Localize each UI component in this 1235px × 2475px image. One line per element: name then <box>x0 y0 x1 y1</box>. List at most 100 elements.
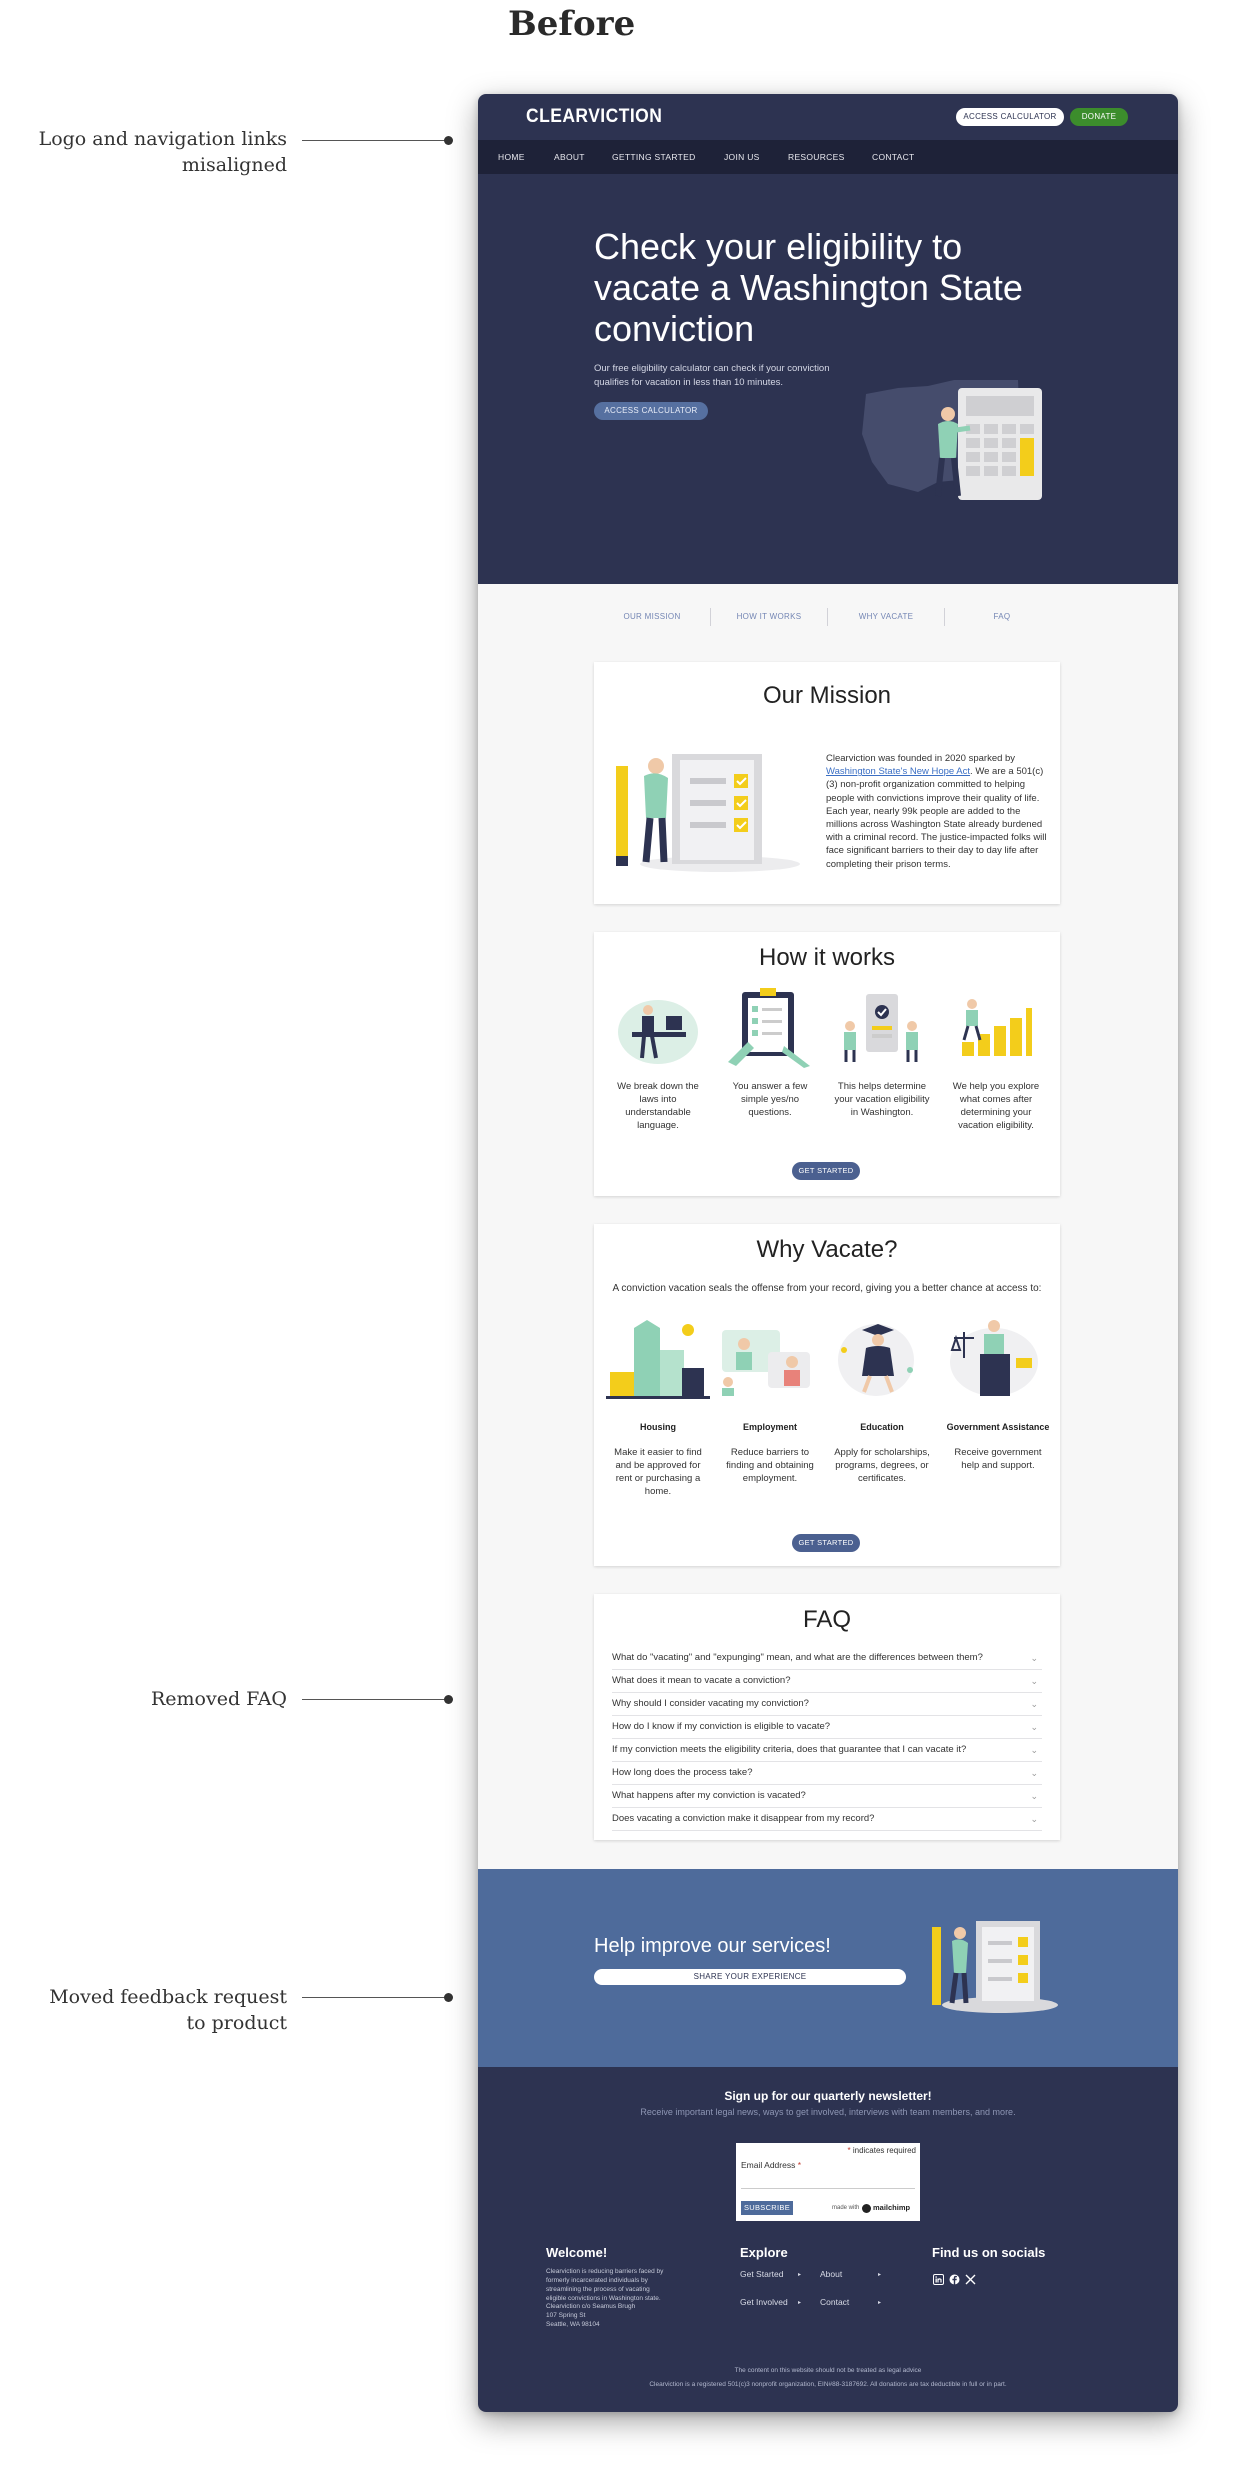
get-started-button[interactable]: GET STARTED <box>792 1534 860 1552</box>
x-icon[interactable] <box>965 2274 976 2285</box>
step-text: We help you explore what comes after det… <box>952 1081 1040 1131</box>
main-nav: HOME ABOUT GETTING STARTED JOIN US RESOU… <box>478 140 1178 174</box>
housing-illustration <box>606 1320 710 1399</box>
welcome-text: Clearviction is reducing barriers faced … <box>546 2268 664 2302</box>
faq-card: FAQ What do "vacating" and "expunging" m… <box>594 1594 1060 1840</box>
required-note: * indicates required <box>847 2146 916 2155</box>
tab-how-it-works[interactable]: HOW IT WORKS <box>711 612 827 621</box>
new-hope-act-link[interactable]: Washington State's New Hope Act <box>826 766 970 777</box>
linkedin-icon[interactable] <box>933 2274 944 2285</box>
footer-link-get-started[interactable]: Get Started <box>740 2269 783 2279</box>
faq-item[interactable]: How do I know if my conviction is eligib… <box>612 1717 1042 1739</box>
nav-resources[interactable]: RESOURCES <box>788 152 845 162</box>
government-illustration <box>950 1320 1038 1396</box>
faq-question: What does it mean to vacate a conviction… <box>612 1675 791 1686</box>
site-logo[interactable]: CLEARVICTION <box>526 106 662 128</box>
education-illustration <box>838 1324 914 1396</box>
annotation-line-1: Logo and navigation links <box>38 128 287 150</box>
annotation-line-1: Moved feedback request <box>49 1986 287 2008</box>
nav-join-us[interactable]: JOIN US <box>724 152 760 162</box>
faq-question: Why should I consider vacating my convic… <box>612 1698 809 1709</box>
nav-home[interactable]: HOME <box>498 152 525 162</box>
tab-faq[interactable]: FAQ <box>944 612 1060 621</box>
website-screenshot: CLEARVICTION ACCESS CALCULATOR DONATE HO… <box>478 94 1178 2412</box>
chevron-down-icon: ⌄ <box>1030 1722 1038 1732</box>
newsletter-title: Sign up for our quarterly newsletter! <box>724 2089 932 2103</box>
access-calculator-button[interactable]: ACCESS CALCULATOR <box>956 108 1064 126</box>
how-it-works-title: How it works <box>758 944 896 971</box>
footer: Sign up for our quarterly newsletter! Re… <box>478 2067 1178 2412</box>
feedback-title: Help improve our services! <box>594 1935 831 1957</box>
nav-about[interactable]: ABOUT <box>554 152 585 162</box>
why-vacate-card: Why Vacate? A conviction vacation seals … <box>594 1224 1060 1566</box>
benefit-description: Make it easier to find and be approved f… <box>614 1447 702 1497</box>
chevron-right-icon: ▸ <box>878 2272 882 2278</box>
mailchimp-logo[interactable]: mailchimp <box>862 2203 910 2213</box>
legal-disclaimer: The content on this website should not b… <box>734 2367 922 2374</box>
checklist-illustration <box>932 1921 1058 2013</box>
address-line: Seattle, WA 98104 <box>546 2321 600 2328</box>
email-label-text: Email Address <box>741 2160 796 2170</box>
faq-item[interactable]: What do "vacating" and "expunging" mean,… <box>612 1648 1042 1670</box>
feedback-section: Help improve our services! SHARE YOUR EX… <box>478 1869 1178 2067</box>
email-field[interactable] <box>741 2173 915 2189</box>
email-label: Email Address * <box>741 2160 802 2170</box>
required-note-text: indicates required <box>852 2146 916 2155</box>
benefit-title: Employment <box>742 1422 797 1432</box>
chevron-right-icon: ▸ <box>798 2300 802 2306</box>
tab-our-mission[interactable]: OUR MISSION <box>594 612 710 621</box>
annotation-moved-feedback: Moved feedback request to product <box>49 1984 287 2036</box>
newsletter-subtitle: Receive important legal news, ways to ge… <box>640 2107 1016 2117</box>
annotation-line-1: Removed FAQ <box>150 1688 287 1710</box>
faq-question: Does vacating a conviction make it disap… <box>612 1813 875 1824</box>
benefit-description: Reduce barriers to finding and obtaining… <box>726 1447 814 1484</box>
facebook-icon[interactable] <box>949 2274 960 2285</box>
annotation-connector <box>302 1699 450 1700</box>
hero-section: Check your eligibility to vacate a Washi… <box>478 174 1178 584</box>
hero-calculator-button[interactable]: ACCESS CALCULATOR <box>594 402 708 420</box>
faq-item[interactable]: Why should I consider vacating my convic… <box>612 1694 1042 1716</box>
mailchimp-icon <box>862 2203 871 2213</box>
faq-item[interactable]: What does it mean to vacate a conviction… <box>612 1671 1042 1693</box>
subscribe-button[interactable]: SUBSCRIBE <box>741 2201 793 2215</box>
nonprofit-notice: Clearviction is a registered 501(c)3 non… <box>649 2381 1007 2388</box>
mailchimp-label: mailchimp <box>873 2203 911 2212</box>
mission-text-part: Clearviction was founded in 2020 sparked… <box>826 753 1016 764</box>
address-line: Clearviction c/o Seamus Brugh <box>546 2303 636 2310</box>
chevron-down-icon: ⌄ <box>1030 1768 1038 1778</box>
chevron-down-icon: ⌄ <box>1030 1676 1038 1686</box>
get-started-button[interactable]: GET STARTED <box>792 1162 860 1180</box>
annotation-connector <box>302 140 450 141</box>
footer-link-about[interactable]: About <box>820 2269 842 2279</box>
section-tabs: OUR MISSION HOW IT WORKS WHY VACATE FAQ <box>594 606 1060 630</box>
faq-item[interactable]: What happens after my conviction is vaca… <box>612 1786 1042 1808</box>
footer-link-contact[interactable]: Contact <box>820 2297 849 2307</box>
tab-why-vacate[interactable]: WHY VACATE <box>828 612 944 621</box>
annotation-line-2: to product <box>186 2012 287 2034</box>
annotation-connector <box>302 1997 450 1998</box>
page-heading: Before <box>508 4 636 44</box>
faq-item[interactable]: Does vacating a conviction make it disap… <box>612 1809 1042 1831</box>
faq-item[interactable]: If my conviction meets the eligibility c… <box>612 1740 1042 1762</box>
benefit-description: Apply for scholarships, programs, degree… <box>834 1447 930 1484</box>
step-text: We break down the laws into understandab… <box>617 1081 699 1131</box>
annotation-line-2: misaligned <box>181 154 287 176</box>
socials-title: Find us on socials <box>932 2245 1046 2260</box>
footer-link-get-involved[interactable]: Get Involved <box>740 2297 788 2307</box>
donate-button[interactable]: DONATE <box>1070 108 1128 126</box>
annotation-dot <box>444 1695 453 1704</box>
faq-question: If my conviction meets the eligibility c… <box>612 1744 967 1755</box>
faq-item[interactable]: How long does the process take? ⌄ <box>612 1763 1042 1785</box>
chevron-down-icon: ⌄ <box>1030 1699 1038 1709</box>
step-text: You answer a few simple yes/no questions… <box>732 1081 808 1118</box>
laws-illustration <box>618 1000 698 1064</box>
top-bar: CLEARVICTION ACCESS CALCULATOR DONATE <box>478 94 1178 140</box>
nav-contact[interactable]: CONTACT <box>872 152 915 162</box>
share-experience-button[interactable]: SHARE YOUR EXPERIENCE <box>594 1969 906 1985</box>
mission-paragraph-2: Each year, nearly 99k people are added t… <box>826 805 1047 870</box>
benefit-title: Government Assistance <box>946 1422 1050 1432</box>
explore-title: Explore <box>740 2245 788 2260</box>
nav-getting-started[interactable]: GETTING STARTED <box>612 152 696 162</box>
why-vacate-intro: A conviction vacation seals the offense … <box>612 1283 1042 1294</box>
checklist-illustration <box>616 754 800 872</box>
